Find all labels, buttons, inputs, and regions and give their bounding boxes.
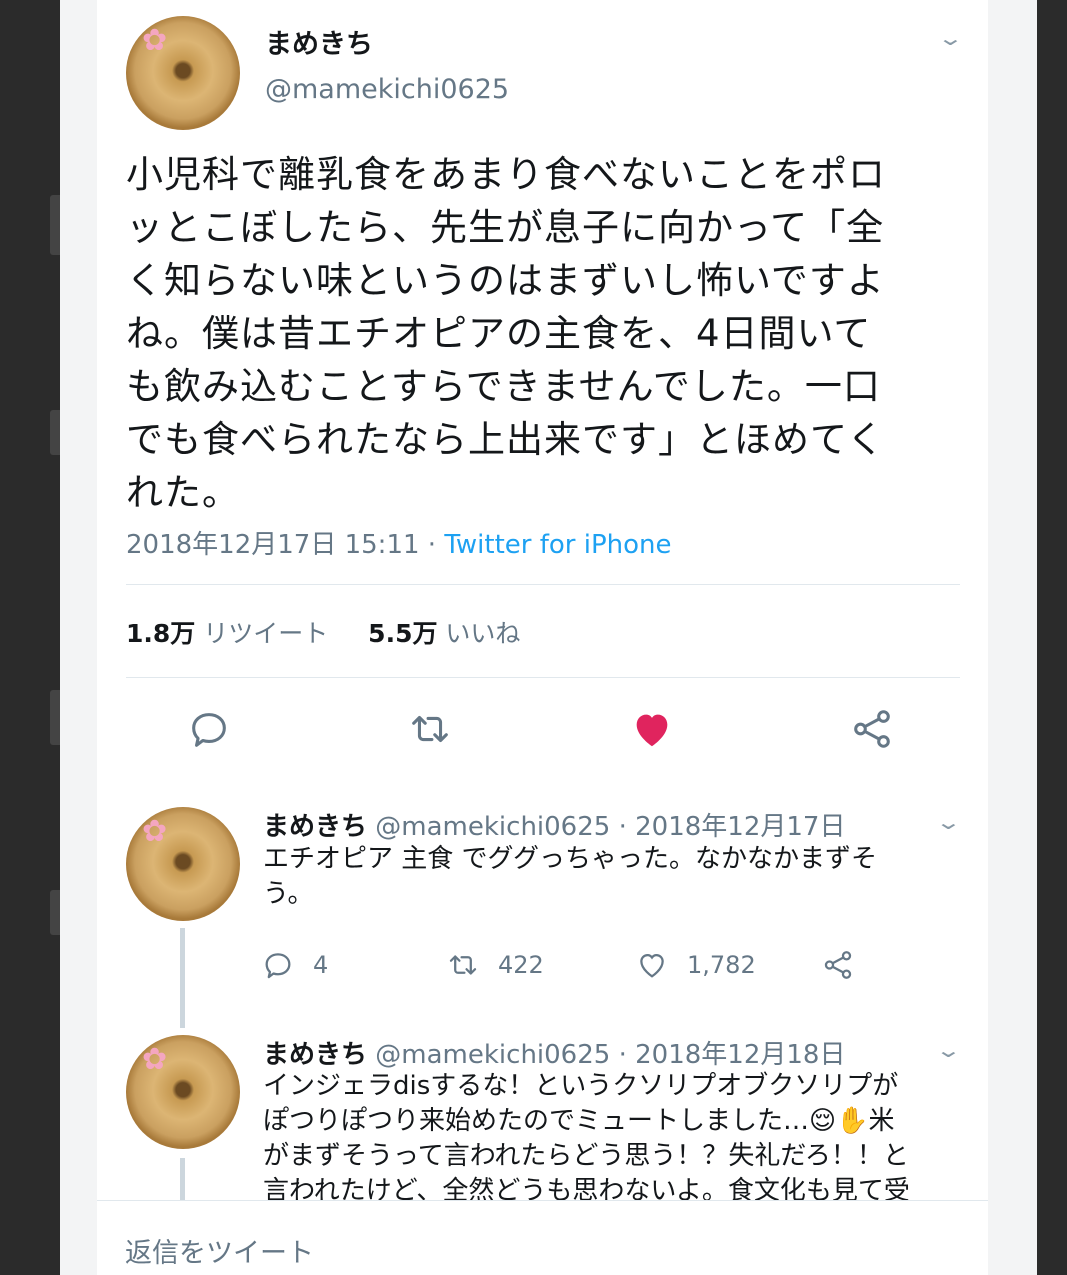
reply-text-line: インジェラdisするな！というクソリプオブクソリプが bbox=[263, 1071, 899, 1101]
reply-text-line: がまずそうって言われたらどう思う！？失礼だろ！！と bbox=[263, 1141, 909, 1171]
tweet-text-line: れた。 bbox=[126, 471, 240, 514]
reply-thread: ✿ まめきち @mamekichi0625 · 2018年12月17日 ⌄ エチ… bbox=[97, 780, 988, 1200]
avatar[interactable]: ✿ bbox=[126, 16, 240, 130]
thread-line bbox=[180, 1158, 185, 1200]
retweet-button[interactable]: 422 bbox=[446, 948, 544, 982]
reply-text: エチオピア 主食 でググっちゃった。なかなかまずそ う。 bbox=[263, 842, 963, 912]
like-label[interactable]: いいね bbox=[445, 619, 520, 648]
tweet-text-line: ッとこぼしたら、先生が息子に向かって「全 bbox=[126, 206, 885, 249]
reply-handle[interactable]: @mamekichi0625 bbox=[375, 812, 610, 842]
tweet-text-line: く知らない味というのはまずいし怖いですよ bbox=[126, 259, 885, 302]
reply-date[interactable]: · 2018年12月18日 bbox=[619, 1040, 846, 1070]
reply-text-line: 言われたけど、全然どうも思わないよ。食文化も見て受 bbox=[263, 1176, 910, 1200]
share-icon bbox=[854, 710, 890, 748]
retweet-count[interactable]: 1.8万 bbox=[126, 619, 195, 648]
tweet-text-line: 小児科で離乳食をあまり食べないことをポロ bbox=[126, 153, 886, 196]
reply-text-line: ぽつりぽつり来始めたのでミュートしました…😌✋米 bbox=[263, 1106, 895, 1136]
tweet-timestamp[interactable]: 2018年12月17日 15:11 bbox=[126, 530, 420, 560]
avatar[interactable]: ✿ bbox=[126, 1035, 240, 1149]
like-button[interactable]: 1,782 bbox=[635, 948, 756, 982]
reply-icon bbox=[192, 713, 226, 747]
reply-count: 4 bbox=[313, 951, 329, 979]
chevron-down-icon[interactable]: ⌄ bbox=[935, 810, 962, 834]
reply-date[interactable]: · 2018年12月17日 bbox=[619, 812, 846, 842]
reply-display-name[interactable]: まめきち bbox=[263, 812, 367, 842]
avatar[interactable]: ✿ bbox=[126, 807, 240, 921]
reply-text: インジェラdisするな！というクソリプオブクソリプが ぽつりぽつり来始めたのでミ… bbox=[263, 1069, 963, 1200]
background-right bbox=[1037, 0, 1067, 1275]
author-handle[interactable]: @mamekichi0625 bbox=[265, 74, 509, 105]
tweet-source-link[interactable]: Twitter for iPhone bbox=[444, 530, 671, 560]
reply-display-name[interactable]: まめきち bbox=[263, 1040, 367, 1070]
cherry-blossom-icon: ✿ bbox=[142, 23, 168, 58]
retweet-icon bbox=[412, 715, 448, 743]
tweet-meta: 2018年12月17日 15:11 · Twitter for iPhone bbox=[126, 524, 672, 561]
reply-compose-placeholder[interactable]: 返信をツイート bbox=[125, 1231, 314, 1270]
tweet-stats: 1.8万 リツイート 5.5万 いいね bbox=[126, 614, 520, 650]
divider bbox=[126, 584, 960, 585]
retweet-label[interactable]: リツイート bbox=[203, 619, 328, 648]
divider bbox=[126, 677, 960, 678]
share-button[interactable] bbox=[821, 948, 873, 982]
retweet-button[interactable] bbox=[407, 706, 453, 752]
retweet-icon bbox=[449, 955, 477, 975]
cherry-blossom-icon: ✿ bbox=[142, 814, 168, 849]
reply-header: まめきち @mamekichi0625 · 2018年12月17日 bbox=[263, 806, 845, 843]
chevron-down-icon[interactable]: ⌄ bbox=[935, 1038, 962, 1062]
reply-icon bbox=[265, 953, 291, 979]
tweet-text-line: も飲み込むことすらできませんでした。一口 bbox=[126, 365, 881, 408]
share-button[interactable] bbox=[849, 706, 895, 752]
tweet-detail-column: ✿ まめきち @mamekichi0625 ⌄ 小児科で離乳食をあまり食べないこ… bbox=[60, 0, 1037, 1275]
reply-button[interactable] bbox=[186, 706, 232, 752]
like-button[interactable] bbox=[629, 706, 675, 752]
retweet-count: 422 bbox=[498, 951, 544, 979]
heart-icon bbox=[636, 714, 668, 747]
background-left bbox=[0, 0, 64, 1275]
reply-text-line: う。 bbox=[263, 879, 314, 909]
reply-text-line: エチオピア 主食 でググっちゃった。なかなかまずそ bbox=[263, 844, 878, 874]
tweet-text: 小児科で離乳食をあまり食べないことをポロ ッとこぼしたら、先生が息子に向かって「… bbox=[126, 148, 968, 519]
tweet-text-line: でも食べられたなら上出来です」とほめてく bbox=[126, 418, 885, 461]
reply-compose-bar[interactable]: 返信をツイート bbox=[97, 1200, 988, 1275]
main-tweet: ✿ まめきち @mamekichi0625 ⌄ 小児科で離乳食をあまり食べないこ… bbox=[97, 0, 988, 780]
reply-header: まめきち @mamekichi0625 · 2018年12月18日 bbox=[263, 1034, 845, 1071]
like-count: 1,782 bbox=[687, 951, 756, 979]
author-display-name[interactable]: まめきち bbox=[265, 22, 373, 61]
meta-separator: · bbox=[419, 530, 445, 560]
tweet-text-line: ね。僕は昔エチオピアの主食を、4日間いて bbox=[126, 312, 872, 355]
reply-handle[interactable]: @mamekichi0625 bbox=[375, 1040, 610, 1070]
chevron-down-icon[interactable]: ⌄ bbox=[937, 26, 964, 50]
cherry-blossom-icon: ✿ bbox=[142, 1042, 168, 1077]
share-icon bbox=[824, 951, 852, 979]
thread-line bbox=[180, 928, 185, 1028]
heart-outline-icon bbox=[640, 953, 664, 978]
like-count[interactable]: 5.5万 bbox=[368, 619, 437, 648]
reply-button[interactable]: 4 bbox=[261, 948, 328, 982]
